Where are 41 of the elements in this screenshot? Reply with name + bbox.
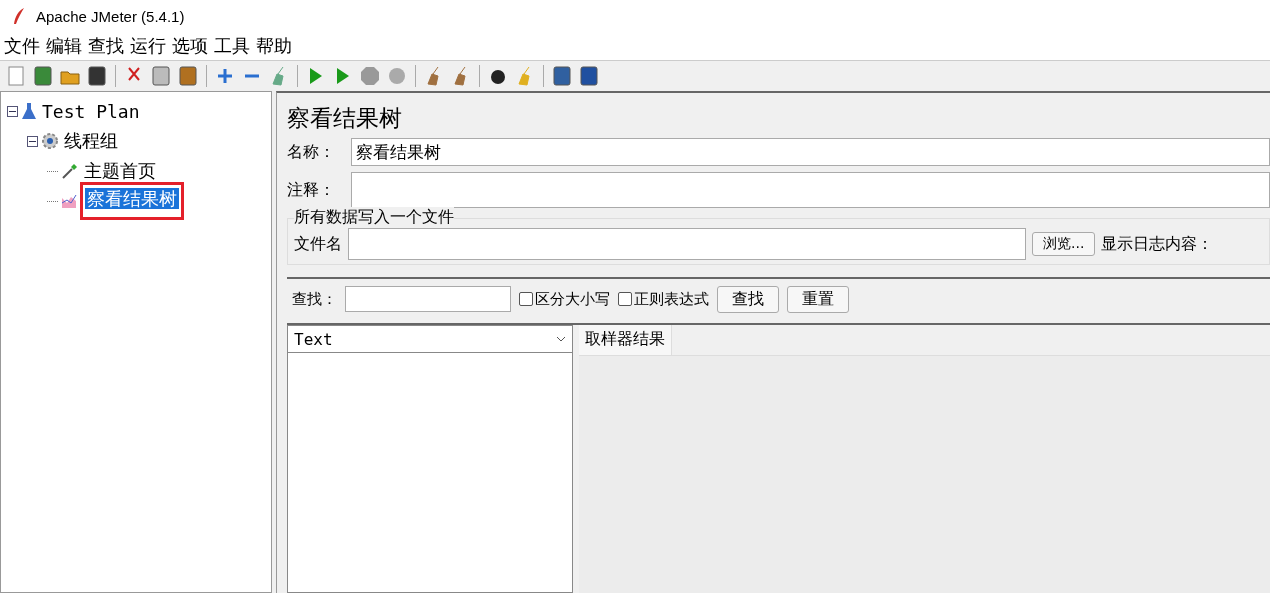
- comment-field[interactable]: [351, 172, 1270, 208]
- field-label: 文件名: [294, 233, 342, 255]
- menu-item[interactable]: 工具: [214, 34, 250, 58]
- filename-field[interactable]: [348, 228, 1026, 260]
- tree-item[interactable]: Test Plan: [40, 100, 142, 122]
- menu-item[interactable]: 选项: [172, 34, 208, 58]
- collapse-toggle[interactable]: [7, 105, 18, 117]
- log-label: 显示日志内容：: [1101, 233, 1214, 255]
- checkbox-label: 正则表达式: [634, 289, 709, 309]
- pipette-icon: [61, 162, 79, 180]
- checkbox[interactable]: [519, 292, 533, 306]
- search-button[interactable]: 查找: [717, 285, 779, 313]
- menu-item[interactable]: 编辑: [46, 34, 82, 58]
- tree-item[interactable]: 线程组: [62, 130, 120, 151]
- field-label: 注释：: [287, 179, 336, 201]
- tree-item[interactable]: 主题首页: [82, 160, 158, 181]
- field-label: 名称：: [287, 141, 336, 163]
- menu-item[interactable]: 文件: [4, 34, 40, 58]
- tree-item[interactable]: 察看结果树: [85, 188, 179, 209]
- search-label: 查找：: [292, 289, 337, 309]
- gear-icon: [41, 132, 59, 150]
- renderer-select[interactable]: Text: [288, 326, 572, 353]
- panel-title: 察看结果树: [287, 104, 403, 133]
- tab[interactable]: 取样器结果: [579, 325, 672, 355]
- menu-item[interactable]: 帮助: [256, 34, 292, 58]
- group-legend: 所有数据写入一个文件: [294, 207, 454, 228]
- name-field[interactable]: 察看结果树: [351, 138, 1270, 166]
- checkbox[interactable]: [618, 292, 632, 306]
- dropdown-icon: [556, 336, 566, 342]
- menu-item[interactable]: 运行: [130, 34, 166, 58]
- checkbox-label: 区分大小写: [535, 289, 610, 309]
- chart-icon: [61, 192, 77, 210]
- collapse-toggle[interactable]: [27, 135, 38, 147]
- window-title: Apache JMeter (5.4.1): [36, 7, 185, 25]
- menu-item[interactable]: 查找: [88, 34, 124, 58]
- stop-icon[interactable]: [359, 65, 381, 87]
- browse-button[interactable]: 浏览...: [1032, 232, 1096, 256]
- search-field[interactable]: [345, 286, 511, 312]
- flask-icon: [21, 102, 37, 120]
- feather-icon: [12, 7, 26, 25]
- search-button[interactable]: 重置: [787, 285, 849, 313]
